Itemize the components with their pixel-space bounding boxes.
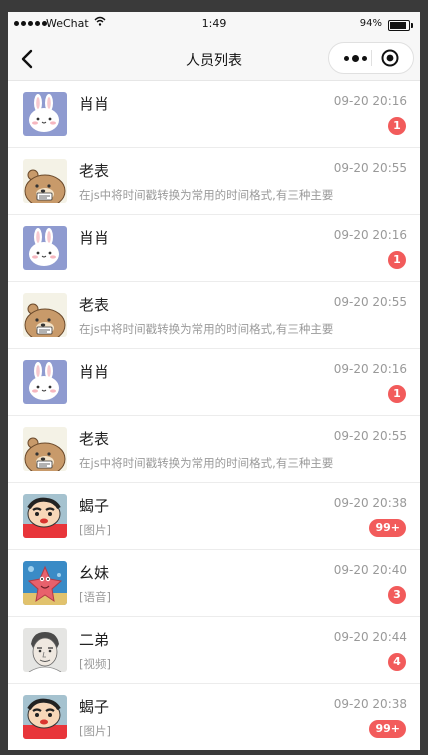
message-preview: 在js中将时间戳转换为常用的时间格式,有三种主要 — [79, 456, 334, 470]
avatar — [23, 226, 67, 270]
phone-screen: WeChat 1:49 94% 人员列表 肖肖 09-20 20:16 1 老表… — [8, 12, 420, 750]
contact-name: 老表 — [79, 430, 110, 448]
contact-name: 老表 — [79, 162, 110, 180]
battery-icon — [388, 20, 413, 31]
avatar — [23, 92, 67, 136]
close-button[interactable] — [381, 49, 399, 67]
conversation-row[interactable]: 蝎子 09-20 20:38 [图片] 99+ — [8, 684, 420, 750]
message-timestamp: 09-20 20:55 — [333, 429, 407, 443]
message-timestamp: 09-20 20:16 — [333, 362, 407, 376]
message-timestamp: 09-20 20:55 — [333, 295, 407, 309]
contact-name: 老表 — [79, 296, 110, 314]
conversation-row[interactable]: 幺妹 09-20 20:40 [语音] 3 — [8, 550, 420, 617]
menu-capsule — [328, 42, 414, 74]
battery-percent: 94% — [359, 18, 382, 29]
status-bar: WeChat 1:49 94% — [8, 12, 420, 38]
avatar — [23, 293, 67, 337]
message-preview: [图片] — [79, 724, 111, 738]
message-preview: [图片] — [79, 523, 111, 537]
avatar — [23, 360, 67, 404]
avatar — [23, 494, 67, 538]
unread-badge: 4 — [388, 653, 406, 671]
contact-name: 幺妹 — [79, 564, 110, 582]
status-time: 1:49 — [201, 17, 227, 30]
conversation-row[interactable]: 肖肖 09-20 20:16 1 — [8, 349, 420, 416]
message-timestamp: 09-20 20:55 — [333, 161, 407, 175]
more-dots-icon — [343, 55, 349, 61]
contact-name: 二弟 — [79, 631, 110, 649]
avatar — [23, 159, 67, 203]
unread-badge: 1 — [388, 117, 406, 135]
target-circle-icon — [381, 49, 399, 67]
message-preview: [语音] — [79, 590, 111, 604]
nav-bar: 人员列表 — [8, 38, 420, 81]
avatar — [23, 561, 67, 605]
avatar — [23, 427, 67, 471]
message-timestamp: 09-20 20:40 — [333, 563, 407, 577]
message-timestamp: 09-20 20:16 — [333, 94, 407, 108]
unread-badge: 3 — [388, 586, 406, 604]
conversation-row[interactable]: 肖肖 09-20 20:16 1 — [8, 215, 420, 282]
unread-badge: 1 — [388, 385, 406, 403]
conversation-row[interactable]: 二弟 09-20 20:44 [视频] 4 — [8, 617, 420, 684]
message-timestamp: 09-20 20:38 — [333, 697, 407, 711]
conversation-list: 肖肖 09-20 20:16 1 老表 09-20 20:55 在js中将时间戳转换为常… — [8, 81, 420, 750]
contact-name: 肖肖 — [79, 363, 110, 381]
unread-badge: 99+ — [369, 720, 406, 738]
contact-name: 蝎子 — [79, 497, 110, 515]
conversation-row[interactable]: 老表 09-20 20:55 在js中将时间戳转换为常用的时间格式,有三种主要 — [8, 148, 420, 215]
conversation-row[interactable]: 肖肖 09-20 20:16 1 — [8, 81, 420, 148]
unread-badge: 1 — [388, 251, 406, 269]
message-preview: 在js中将时间戳转换为常用的时间格式,有三种主要 — [79, 322, 334, 336]
message-preview: [视频] — [79, 657, 111, 671]
message-timestamp: 09-20 20:16 — [333, 228, 407, 242]
more-button[interactable] — [341, 43, 369, 73]
capsule-divider — [371, 50, 372, 66]
conversation-row[interactable]: 老表 09-20 20:55 在js中将时间戳转换为常用的时间格式,有三种主要 — [8, 416, 420, 483]
contact-name: 蝎子 — [79, 698, 110, 716]
avatar — [23, 628, 67, 672]
avatar — [23, 695, 67, 739]
conversation-row[interactable]: 老表 09-20 20:55 在js中将时间戳转换为常用的时间格式,有三种主要 — [8, 282, 420, 349]
contact-name: 肖肖 — [79, 95, 110, 113]
conversation-row[interactable]: 蝎子 09-20 20:38 [图片] 99+ — [8, 483, 420, 550]
message-timestamp: 09-20 20:38 — [333, 496, 407, 510]
unread-badge: 99+ — [369, 519, 406, 537]
message-timestamp: 09-20 20:44 — [333, 630, 407, 644]
message-preview: 在js中将时间戳转换为常用的时间格式,有三种主要 — [79, 188, 334, 202]
contact-name: 肖肖 — [79, 229, 110, 247]
